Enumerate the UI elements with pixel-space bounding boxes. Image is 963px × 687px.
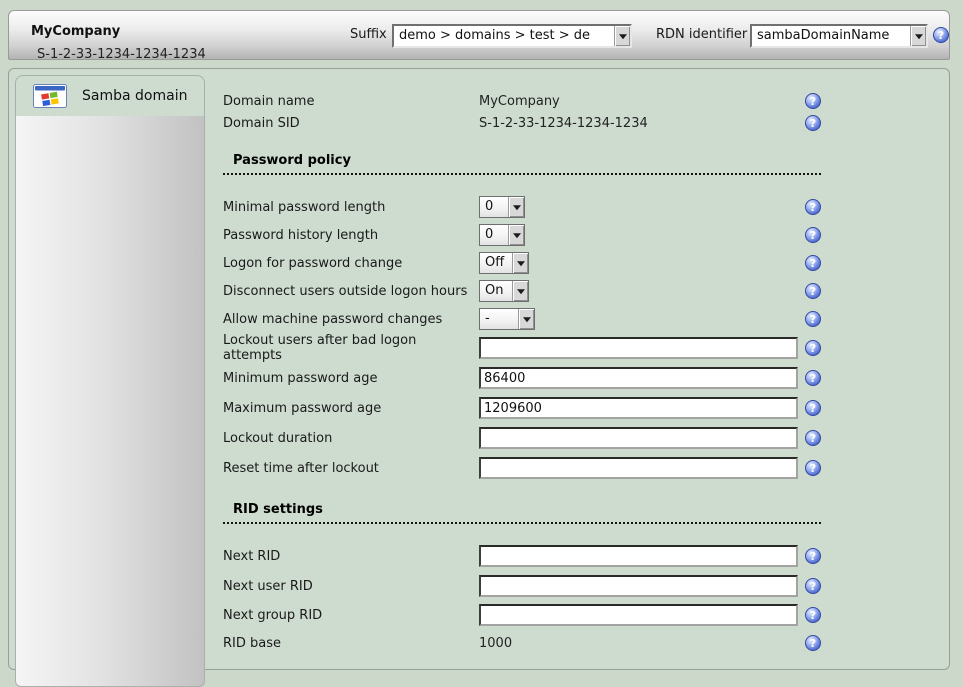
select-value: On: [480, 281, 512, 301]
chevron-down-icon: [512, 253, 528, 273]
form-row: Lockout duration ?: [223, 427, 848, 449]
logon-for-password-change-select[interactable]: Off: [479, 252, 529, 274]
minimum-password-age-label: Minimum password age: [223, 371, 479, 386]
next-group-rid-input[interactable]: [479, 604, 798, 626]
disconnect-users-label: Disconnect users outside logon hours: [223, 284, 479, 299]
select-value: 0: [480, 225, 508, 245]
maximum-password-age-label: Maximum password age: [223, 401, 479, 416]
lockout-duration-label: Lockout duration: [223, 431, 479, 446]
help-icon[interactable]: ?: [805, 430, 821, 446]
rid-base-label: RID base: [223, 636, 479, 651]
chevron-down-icon: [614, 26, 630, 46]
tab-samba-domain-label: Samba domain: [82, 88, 187, 104]
reset-time-after-lockout-label: Reset time after lockout: [223, 461, 479, 476]
logon-for-password-change-label: Logon for password change: [223, 256, 479, 271]
form-row: Domain name MyCompany ?: [223, 92, 848, 110]
form-row: Next user RID ?: [223, 575, 848, 597]
rdn-select-value: sambaDomainName: [752, 26, 910, 46]
form-row: Allow machine password changes - ?: [223, 308, 848, 330]
help-icon[interactable]: ?: [805, 460, 821, 476]
next-rid-input[interactable]: [479, 545, 798, 567]
title-bar: MyCompany S-1-2-33-1234-1234-1234 Suffix…: [8, 10, 950, 60]
help-icon[interactable]: ?: [805, 548, 821, 564]
allow-machine-password-changes-select[interactable]: -: [479, 308, 535, 330]
form-row: Minimum password age ?: [223, 367, 848, 389]
domain-sid-label: Domain SID: [223, 116, 479, 131]
form-row: Lockout users after bad logon attempts ?: [223, 337, 848, 359]
allow-machine-password-changes-label: Allow machine password changes: [223, 312, 479, 327]
form-row: RID base 1000 ?: [223, 634, 848, 652]
suffix-select-value: demo > domains > test > de: [394, 26, 614, 46]
password-history-length-select[interactable]: 0: [479, 224, 525, 246]
lockout-bad-logon-label: Lockout users after bad logon attempts: [223, 333, 479, 363]
help-icon[interactable]: ?: [805, 340, 821, 356]
next-user-rid-input[interactable]: [479, 575, 798, 597]
lockout-duration-input[interactable]: [479, 427, 798, 449]
minimum-password-age-input[interactable]: [479, 367, 798, 389]
chevron-down-icon: [512, 281, 528, 301]
help-icon[interactable]: ?: [805, 283, 821, 299]
domain-name-value: MyCompany: [479, 94, 560, 109]
select-value: 0: [480, 197, 508, 217]
help-icon[interactable]: ?: [805, 635, 821, 651]
chevron-down-icon: [518, 309, 534, 329]
help-icon[interactable]: ?: [805, 115, 821, 131]
next-group-rid-label: Next group RID: [223, 608, 479, 623]
chevron-down-icon: [508, 225, 524, 245]
select-value: -: [480, 309, 518, 329]
windows-logo-icon: [33, 84, 67, 108]
help-icon[interactable]: ?: [805, 607, 821, 623]
maximum-password-age-input[interactable]: [479, 397, 798, 419]
domain-name-label: Domain name: [223, 94, 479, 109]
reset-time-after-lockout-input[interactable]: [479, 457, 798, 479]
select-value: Off: [480, 253, 512, 273]
form-row: Minimal password length 0 ?: [223, 196, 848, 218]
entry-title: MyCompany: [31, 24, 120, 39]
help-icon[interactable]: ?: [805, 93, 821, 109]
help-icon[interactable]: ?: [805, 199, 821, 215]
password-history-length-label: Password history length: [223, 228, 479, 243]
samba-domain-page: MyCompany S-1-2-33-1234-1234-1234 Suffix…: [0, 0, 963, 684]
help-icon[interactable]: ?: [805, 578, 821, 594]
form-row: Reset time after lockout ?: [223, 457, 848, 479]
help-icon[interactable]: ?: [805, 227, 821, 243]
minimal-password-length-label: Minimal password length: [223, 200, 479, 215]
suffix-select[interactable]: demo > domains > test > de: [392, 24, 632, 48]
tab-samba-domain[interactable]: Samba domain: [15, 75, 205, 116]
rdn-identifier-select[interactable]: sambaDomainName: [750, 24, 928, 48]
content-panel: Samba domain Domain name MyCompany ? Dom…: [8, 68, 950, 670]
sidebar-panel: [15, 116, 205, 687]
form-row: Next RID ?: [223, 545, 848, 567]
next-user-rid-label: Next user RID: [223, 579, 479, 594]
help-icon[interactable]: ?: [805, 400, 821, 416]
form-row: Domain SID S-1-2-33-1234-1234-1234 ?: [223, 114, 848, 132]
form-row: Maximum password age ?: [223, 397, 848, 419]
section-title-password-policy: Password policy: [223, 153, 821, 175]
lockout-bad-logon-input[interactable]: [479, 337, 798, 359]
section-title-rid-settings: RID settings: [223, 502, 821, 524]
disconnect-users-select[interactable]: On: [479, 280, 529, 302]
form-row: Logon for password change Off ?: [223, 252, 848, 274]
suffix-label: Suffix: [350, 27, 387, 42]
form-row: Next group RID ?: [223, 604, 848, 626]
next-rid-label: Next RID: [223, 549, 479, 564]
chevron-down-icon: [910, 26, 926, 46]
form-row: Disconnect users outside logon hours On …: [223, 280, 848, 302]
entry-sid-subtitle: S-1-2-33-1234-1234-1234: [37, 47, 206, 62]
help-icon[interactable]: ?: [805, 370, 821, 386]
form-row: Password history length 0 ?: [223, 224, 848, 246]
chevron-down-icon: [508, 197, 524, 217]
minimal-password-length-select[interactable]: 0: [479, 196, 525, 218]
domain-sid-value: S-1-2-33-1234-1234-1234: [479, 116, 648, 131]
help-icon[interactable]: ?: [805, 255, 821, 271]
help-icon[interactable]: ?: [805, 311, 821, 327]
rid-base-value: 1000: [479, 636, 512, 651]
help-icon[interactable]: ?: [933, 27, 949, 43]
rdn-identifier-label: RDN identifier: [656, 27, 747, 42]
